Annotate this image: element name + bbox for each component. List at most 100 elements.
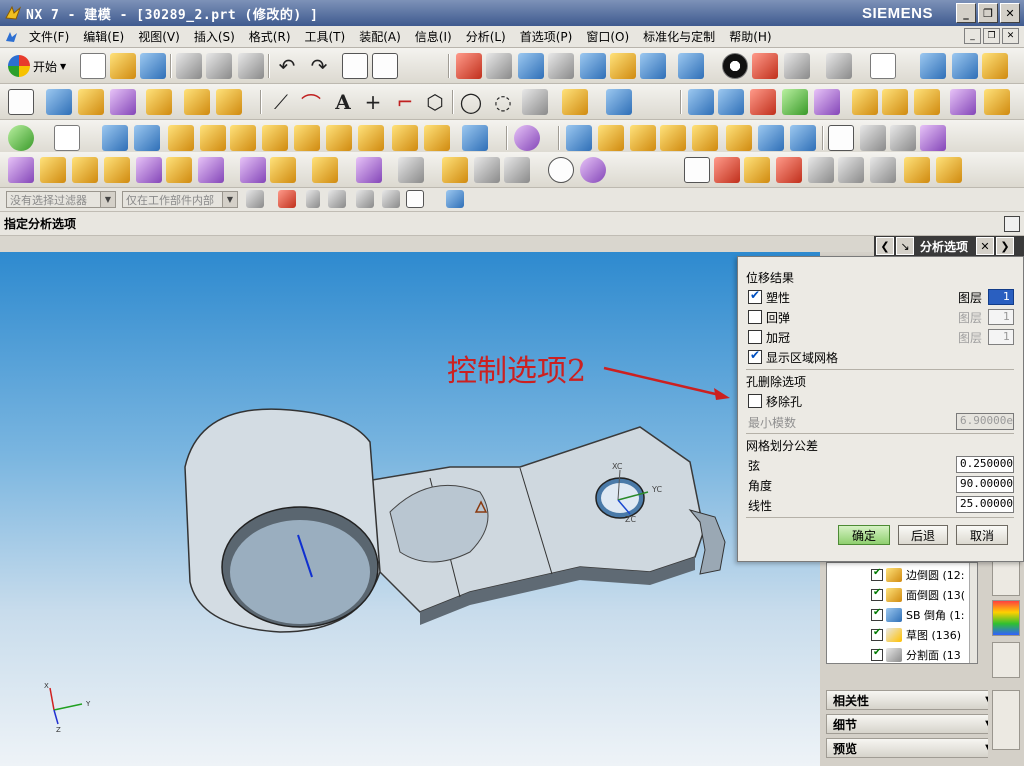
ruled-icon[interactable] <box>814 89 840 115</box>
rotate-icon[interactable] <box>580 53 606 79</box>
menu-format[interactable]: 格式(R) <box>242 28 298 45</box>
add-component-icon[interactable] <box>40 157 66 183</box>
interference-icon[interactable] <box>442 157 468 183</box>
edge-blend-icon[interactable] <box>200 125 226 151</box>
replace-icon[interactable] <box>952 53 978 79</box>
envelope-icon[interactable] <box>474 157 500 183</box>
point-icon[interactable]: + <box>360 89 386 115</box>
shaded-icon[interactable] <box>752 53 778 79</box>
save-icon[interactable] <box>140 53 166 79</box>
doc-restore-button[interactable]: ❐ <box>983 28 1000 44</box>
nx-app-icon[interactable] <box>4 4 22 22</box>
clearance-icon[interactable] <box>398 157 424 183</box>
cut-icon[interactable] <box>176 53 202 79</box>
project-curve-icon[interactable] <box>606 89 632 115</box>
history-tab-icon[interactable] <box>992 560 1020 596</box>
magnify-icon[interactable] <box>548 53 574 79</box>
swept-icon[interactable] <box>750 89 776 115</box>
mesh-surface-icon[interactable] <box>718 89 744 115</box>
snap-point-icon[interactable] <box>278 190 296 208</box>
clip-section-icon[interactable] <box>826 53 852 79</box>
list-item[interactable]: 分割面 (13 <box>827 645 977 663</box>
unbend-icon[interactable] <box>726 125 752 151</box>
list-item[interactable]: 边倒圆 (12: <box>827 565 977 585</box>
extract-icon[interactable] <box>46 89 72 115</box>
sketch-icon[interactable] <box>8 89 34 115</box>
linearity-field[interactable]: 25.000000 <box>956 496 1014 513</box>
sketch-plane-icon[interactable] <box>8 125 34 151</box>
revolve-icon[interactable] <box>134 125 160 151</box>
menu-insert[interactable]: 插入(S) <box>187 28 242 45</box>
remove-holes-checkbox[interactable] <box>748 394 762 408</box>
boss-icon[interactable] <box>358 125 384 151</box>
section-preview[interactable]: 预览 ▼ <box>826 738 1002 758</box>
pocket-icon[interactable] <box>392 125 418 151</box>
contour-flange-icon[interactable] <box>630 125 656 151</box>
document-menu-icon[interactable] <box>4 29 20 45</box>
zoom-icon[interactable] <box>518 53 544 79</box>
menu-window[interactable]: 窗口(O) <box>579 28 636 45</box>
collapse-icon[interactable]: ↘ <box>896 237 914 255</box>
checkbox[interactable] <box>871 607 883 621</box>
patch-icon[interactable] <box>882 89 908 115</box>
block-icon[interactable] <box>168 125 194 151</box>
fit-view-icon[interactable] <box>456 53 482 79</box>
open-folder-icon[interactable] <box>110 53 136 79</box>
sheet-metal-icon[interactable] <box>566 125 592 151</box>
line-icon[interactable]: ⟋ <box>268 89 294 115</box>
doc-close-button[interactable]: ✕ <box>1002 28 1019 44</box>
pad-icon[interactable] <box>424 125 450 151</box>
sew-icon[interactable] <box>852 89 878 115</box>
orient-view-icon[interactable] <box>678 53 704 79</box>
list-item[interactable]: 面倒圆 (13( <box>827 585 977 605</box>
law-icon[interactable] <box>782 89 808 115</box>
polygon-icon[interactable]: ⬡ <box>422 89 448 115</box>
list-item[interactable]: 草图 (136) <box>827 625 977 645</box>
menu-assembly[interactable]: 装配(A) <box>352 28 408 45</box>
assembly-icon[interactable] <box>8 157 34 183</box>
pan-icon[interactable] <box>610 53 636 79</box>
thicken-icon[interactable] <box>914 89 940 115</box>
arc-icon[interactable]: ⌒ <box>298 89 324 116</box>
maximize-graphics-icon[interactable] <box>1004 216 1020 232</box>
chevron-right-icon[interactable]: ❯ <box>996 237 1015 255</box>
face-blend-icon[interactable] <box>230 125 256 151</box>
menu-edit[interactable]: 编辑(E) <box>76 28 131 45</box>
crowning-checkbox[interactable] <box>748 330 762 344</box>
analyze-icon[interactable] <box>146 89 172 115</box>
scope-filter-dropdown[interactable]: 仅在工作部件内部 ▼ <box>122 191 238 208</box>
offset-curve-icon[interactable] <box>562 89 588 115</box>
menu-analysis[interactable]: 分析(L) <box>459 28 513 45</box>
chord-field[interactable]: 0.250000 <box>956 456 1014 473</box>
chevron-left-icon[interactable]: ❮ <box>876 237 894 255</box>
paste-icon[interactable] <box>238 53 264 79</box>
extrude-icon[interactable] <box>102 125 128 151</box>
datum-icon[interactable] <box>184 89 210 115</box>
sequence-icon[interactable] <box>356 157 382 183</box>
wcs-icon[interactable] <box>684 157 710 183</box>
palette-tab-icon[interactable] <box>992 600 1020 636</box>
plasticity-checkbox[interactable] <box>748 288 762 304</box>
section-details[interactable]: 细节 ▼ <box>826 714 1002 734</box>
repeat-command-icon[interactable] <box>342 53 368 79</box>
point-set-icon[interactable] <box>216 89 242 115</box>
close-icon[interactable]: ✕ <box>976 237 995 255</box>
bounded-plane-icon[interactable] <box>984 89 1010 115</box>
mirror-assembly-icon[interactable] <box>240 157 266 183</box>
new-file-icon[interactable] <box>80 53 106 79</box>
checkbox[interactable] <box>871 647 883 661</box>
offset-surface-icon[interactable] <box>950 89 976 115</box>
menu-preferences[interactable]: 首选项(P) <box>513 28 580 45</box>
cancel-button[interactable]: 取消 <box>956 525 1008 545</box>
rectangle-select-icon[interactable] <box>406 190 424 208</box>
wave-link-icon[interactable] <box>312 157 338 183</box>
zoom-window-icon[interactable] <box>486 53 512 79</box>
springback-checkbox[interactable] <box>748 310 762 324</box>
analysis-options-icon[interactable] <box>920 125 946 151</box>
constraint-icon[interactable] <box>166 157 192 183</box>
update-icon[interactable] <box>580 157 606 183</box>
list-item[interactable]: SB 倒角 (1: <box>827 605 977 625</box>
undo-icon[interactable]: ↶ <box>274 53 300 79</box>
rectangle-icon[interactable] <box>54 125 80 151</box>
louver-icon[interactable] <box>660 125 686 151</box>
